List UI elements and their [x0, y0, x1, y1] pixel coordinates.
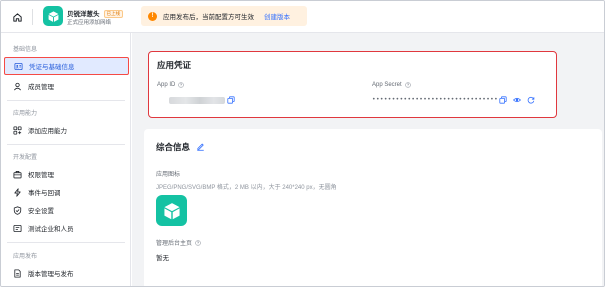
app-name: 贝锐洋葱头 已上线	[67, 8, 123, 18]
sidebar-item-events[interactable]: 事件与回调	[4, 183, 129, 201]
sidebar-group-title: 应用发布	[13, 254, 38, 260]
sidebar-item-permissions[interactable]: 权限管理	[4, 165, 129, 183]
sidebar-item-label: 权限管理	[28, 172, 54, 179]
sidebar-divider	[7, 144, 125, 145]
lightning-icon	[13, 187, 22, 197]
homepage-value: 暂无	[156, 255, 169, 262]
cube-icon	[48, 10, 58, 22]
refresh-icon[interactable]	[527, 96, 535, 104]
sidebar-group-title: 应用能力	[13, 111, 38, 117]
sidebar-item-members[interactable]: 成员管理	[4, 77, 129, 95]
document-icon	[13, 268, 22, 278]
general-info-card: 综合信息 应用图标 JPEG/PNG/SVG/BMP 格式，2 MB 以内，大于…	[144, 129, 602, 286]
publish-notice: ! 应用发布后，当前配置方可生效 创建版本	[141, 6, 307, 26]
sidebar-item-label: 事件与回调	[28, 190, 61, 197]
sidebar-item-credentials[interactable]: 凭证与基础信息	[4, 57, 129, 75]
notice-text: 应用发布后，当前配置方可生效	[163, 14, 254, 21]
id-card-icon	[14, 62, 23, 71]
grid-add-icon	[13, 125, 22, 135]
copy-icon[interactable]	[227, 96, 235, 104]
app-secret-label-text: App Secret	[372, 82, 402, 88]
app-description: 正式应用添加网络	[67, 20, 112, 26]
sidebar-divider	[7, 242, 125, 243]
warning-icon: !	[148, 11, 157, 21]
general-info-title: 综合信息	[156, 142, 191, 152]
briefcase-icon	[13, 170, 22, 179]
app-secret-label: App Secret	[372, 82, 411, 88]
shield-icon	[13, 205, 22, 215]
topbar-divider	[32, 9, 33, 25]
homepage-label-text: 管理后台主页	[156, 241, 193, 247]
sidebar-item-label: 测试企业和人员	[28, 226, 74, 233]
person-icon	[13, 82, 22, 91]
credentials-title: 应用凭证	[157, 60, 192, 70]
copy-icon[interactable]	[499, 96, 507, 104]
sidebar-item-versions[interactable]: 版本管理与发布	[4, 264, 129, 282]
sidebar-group-title: 基础信息	[13, 47, 38, 53]
help-icon[interactable]	[195, 239, 201, 246]
create-version-link[interactable]: 创建版本	[264, 11, 290, 21]
app-id-value-masked	[169, 97, 225, 104]
help-icon[interactable]	[404, 82, 411, 88]
app-icon-preview[interactable]	[156, 195, 187, 226]
main-content: 应用凭证 App ID App Secret •••••••••••••••••…	[132, 33, 604, 286]
sidebar-item-label: 凭证与基础信息	[29, 64, 75, 71]
app-logo	[43, 6, 63, 26]
sidebar-item-label: 安全设置	[28, 208, 54, 215]
home-icon	[12, 12, 22, 22]
status-badge: 已上线	[103, 10, 123, 18]
app-name-text: 贝锐洋葱头	[67, 11, 100, 18]
sidebar-item-test-org[interactable]: 测试企业和人员	[4, 219, 129, 237]
cube-icon	[163, 202, 180, 219]
help-icon[interactable]	[178, 82, 185, 88]
sidebar-group-title: 开发配置	[13, 155, 38, 161]
sidebar-item-label: 版本管理与发布	[28, 271, 74, 278]
sidebar-item-add-capability[interactable]: 添加应用能力	[4, 121, 129, 139]
test-tube-icon	[13, 224, 22, 233]
app-id-label-text: App ID	[157, 82, 176, 88]
homepage-label: 管理后台主页	[156, 238, 201, 247]
sidebar-item-label: 添加应用能力	[28, 128, 67, 135]
top-bar: 贝锐洋葱头 已上线 正式应用添加网络 ! 应用发布后，当前配置方可生效 创建版本	[1, 1, 604, 33]
app-secret-value: ••••••••••••••••••••••••••••••••	[372, 96, 499, 103]
app-icon-hint: JPEG/PNG/SVG/BMP 格式，2 MB 以内，大于 240*240 p…	[156, 185, 337, 191]
sidebar-item-security[interactable]: 安全设置	[4, 201, 129, 219]
app-icon-label: 应用图标	[156, 172, 181, 178]
app-id-label: App ID	[157, 82, 185, 88]
sidebar-divider	[7, 100, 125, 101]
sidebar-item-label: 成员管理	[28, 84, 54, 91]
credentials-card: 应用凭证 App ID App Secret •••••••••••••••••…	[148, 51, 557, 118]
eye-icon[interactable]	[513, 96, 521, 104]
home-button[interactable]	[10, 10, 24, 24]
app-window: 贝锐洋葱头 已上线 正式应用添加网络 ! 应用发布后，当前配置方可生效 创建版本 …	[0, 0, 605, 287]
sidebar: 基础信息 凭证与基础信息 成员管理 应用能力 添加应用能力 开发配置 权限管理 …	[1, 33, 131, 286]
edit-icon[interactable]	[196, 142, 205, 151]
